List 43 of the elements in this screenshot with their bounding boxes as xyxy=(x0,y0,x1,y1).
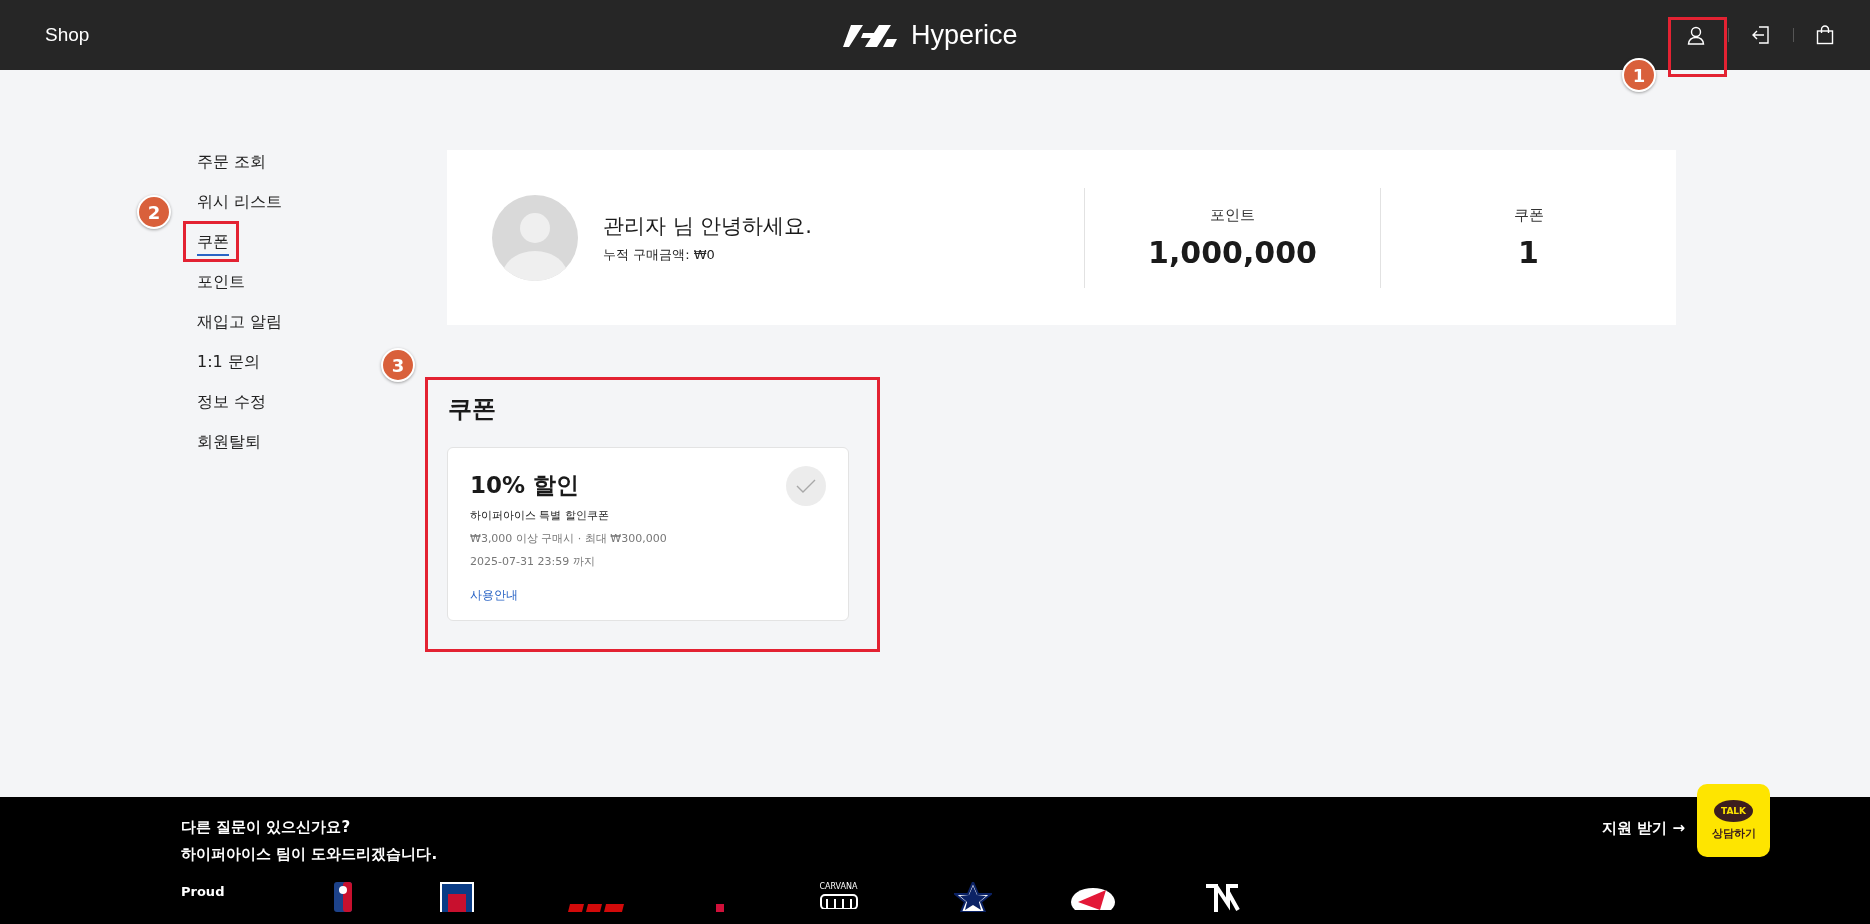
highlight-frame xyxy=(183,221,239,262)
section-title: 쿠폰 xyxy=(448,394,497,425)
coupon-expiry: 2025-07-31 23:59 까지 xyxy=(470,554,596,569)
step-badge: 1 xyxy=(1622,58,1656,92)
total-purchase-text: 누적 구매금액: ₩0 xyxy=(603,245,716,264)
league-logo-icon xyxy=(334,882,353,912)
sidebar-item[interactable]: 1:1 문의 xyxy=(197,350,260,376)
stat-value: 1,000,000 xyxy=(1148,234,1317,270)
user-icon[interactable] xyxy=(1686,25,1706,45)
sidebar-item[interactable]: 쿠폰 xyxy=(197,230,229,256)
sidebar-item[interactable]: 정보 수정 xyxy=(197,390,267,416)
sidebar-item[interactable]: 포인트 xyxy=(197,270,245,296)
support-link[interactable]: 지원 받기 → xyxy=(1602,819,1685,838)
sidebar-item[interactable]: 주문 조회 xyxy=(197,150,267,176)
star-logo-icon xyxy=(954,882,993,912)
logout-icon[interactable] xyxy=(1751,25,1771,45)
shopping-bag-icon[interactable] xyxy=(1816,25,1834,45)
stadium-logo-icon xyxy=(819,893,860,909)
sidebar-item[interactable]: 재입고 알림 xyxy=(197,310,283,336)
footer-help-text: 하이퍼아이스 팀이 도와드리겠습니다. xyxy=(181,844,438,865)
coupon-name: 하이퍼아이스 특별 할인쿠폰 xyxy=(470,508,610,523)
coupon-title: 10% 할인 xyxy=(470,471,580,500)
chat-button[interactable]: TALK 상담하기 xyxy=(1697,784,1770,857)
partner-caption: CARVANA xyxy=(819,882,858,891)
sidebar-item[interactable]: 위시 리스트 xyxy=(197,190,283,216)
check-icon[interactable] xyxy=(786,466,826,506)
sidebar-item[interactable]: 회원탈퇴 xyxy=(197,430,261,456)
stat-value: 1 xyxy=(1518,234,1539,270)
square-logo-icon xyxy=(716,904,725,912)
coupon-condition: ₩3,000 이상 구매시 · 최대 ₩300,000 xyxy=(470,531,668,546)
shop-link[interactable]: Shop xyxy=(45,24,90,46)
greeting-text: 관리자 님 안녕하세요. xyxy=(603,212,813,240)
brand-mark-icon xyxy=(843,24,897,47)
usage-guide-link[interactable]: 사용안내 xyxy=(470,587,518,604)
step-badge: 2 xyxy=(137,195,171,229)
stat-label: 쿠폰 xyxy=(1513,205,1544,225)
brand-name: Hyperice xyxy=(911,20,1018,51)
step-badge: 3 xyxy=(381,348,415,382)
partners-label: Proud xyxy=(181,884,225,899)
stat-label: 포인트 xyxy=(1210,205,1255,225)
footer-question: 다른 질문이 있으신가요? xyxy=(181,817,352,838)
highlight-frame xyxy=(1668,17,1727,77)
shield-logo-icon xyxy=(438,882,477,912)
